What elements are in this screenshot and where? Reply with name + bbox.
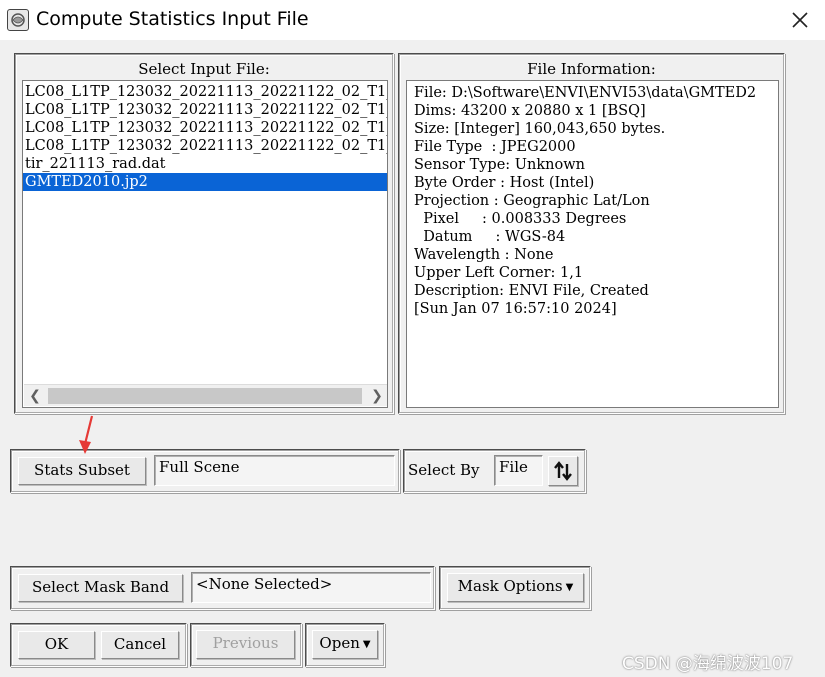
- caret-down-icon: ▼: [362, 639, 371, 650]
- file-info-line: Sensor Type: Unknown: [414, 157, 585, 173]
- file-info-line: Size: [Integer] 160,043,650 bytes.: [414, 121, 666, 137]
- select-by-label: Select By: [408, 461, 480, 479]
- chevron-left-icon[interactable]: ❮: [24, 385, 46, 407]
- file-information-text: File: D:\Software\ENVI\ENVI53\data\GMTED…: [406, 80, 779, 408]
- file-info-line: Dims: 43200 x 20880 x 1 [BSQ]: [414, 103, 646, 119]
- file-info-line: Description: ENVI File, Created: [414, 283, 649, 299]
- annotation-arrow-icon: [79, 415, 94, 454]
- horizontal-scrollbar[interactable]: ❮ ❯: [24, 384, 387, 407]
- list-item[interactable]: LC08_L1TP_123032_20221113_20221122_02_T1…: [23, 119, 387, 137]
- file-info-line: File: D:\Software\ENVI\ENVI53\data\GMTED…: [414, 85, 757, 101]
- scrollbar-thumb[interactable]: [48, 388, 362, 404]
- list-item[interactable]: LC08_L1TP_123032_20221113_20221122_02_T1…: [23, 83, 387, 101]
- list-item[interactable]: LC08_L1TP_123032_20221113_20221122_02_T1…: [23, 101, 387, 119]
- file-info-line: Projection : Geographic Lat/Lon: [414, 193, 650, 209]
- list-item[interactable]: GMTED2010.jp2: [23, 173, 387, 191]
- title-bar: Compute Statistics Input File: [0, 0, 825, 40]
- open-label: Open: [319, 634, 360, 652]
- sort-order-button[interactable]: [548, 456, 578, 486]
- window-title: Compute Statistics Input File: [36, 8, 309, 30]
- select-mask-band-button[interactable]: Select Mask Band: [18, 574, 183, 602]
- list-item[interactable]: tir_221113_rad.dat: [23, 155, 387, 173]
- ok-button[interactable]: OK: [18, 631, 95, 659]
- file-info-line: Byte Order : Host (Intel): [414, 175, 595, 191]
- mask-options-button[interactable]: Mask Options ▼: [447, 573, 584, 602]
- stats-subset-value: Full Scene: [154, 455, 395, 486]
- close-icon: [792, 12, 808, 28]
- file-info-line: Wavelength : None: [414, 247, 554, 263]
- file-info-line: Upper Left Corner: 1,1: [414, 265, 584, 281]
- select-input-label: Select Input File:: [138, 60, 270, 78]
- envi-app-icon: [7, 9, 29, 31]
- cancel-button[interactable]: Cancel: [101, 631, 179, 659]
- watermark: CSDN @海绵波波107: [622, 654, 794, 674]
- select-input-panel: Select Input File: LC08_L1TP_123032_2022…: [14, 53, 394, 414]
- select-by-value[interactable]: File: [494, 455, 543, 486]
- close-button[interactable]: [783, 4, 817, 36]
- chevron-right-icon[interactable]: ❯: [366, 385, 387, 407]
- stats-subset-button[interactable]: Stats Subset: [18, 457, 146, 485]
- file-information-panel: File Information: File: D:\Software\ENVI…: [398, 53, 785, 414]
- file-info-line: [Sun Jan 07 16:57:10 2024]: [414, 301, 617, 317]
- mask-band-value: <None Selected>: [191, 572, 431, 603]
- input-file-list[interactable]: LC08_L1TP_123032_20221113_20221122_02_T1…: [22, 80, 388, 408]
- mask-options-label: Mask Options: [457, 577, 563, 595]
- file-info-line: Pixel : 0.008333 Degrees: [414, 211, 627, 227]
- file-information-label: File Information:: [527, 60, 656, 78]
- previous-button[interactable]: Previous: [196, 630, 295, 659]
- open-button[interactable]: Open ▼: [312, 630, 378, 659]
- sort-arrows-icon: [554, 461, 572, 481]
- file-info-line: File Type : JPEG2000: [414, 139, 576, 155]
- list-item[interactable]: LC08_L1TP_123032_20221113_20221122_02_T1…: [23, 137, 387, 155]
- file-info-line: Datum : WGS-84: [414, 229, 566, 245]
- file-list-items: LC08_L1TP_123032_20221113_20221122_02_T1…: [23, 83, 387, 191]
- caret-down-icon: ▼: [565, 582, 574, 593]
